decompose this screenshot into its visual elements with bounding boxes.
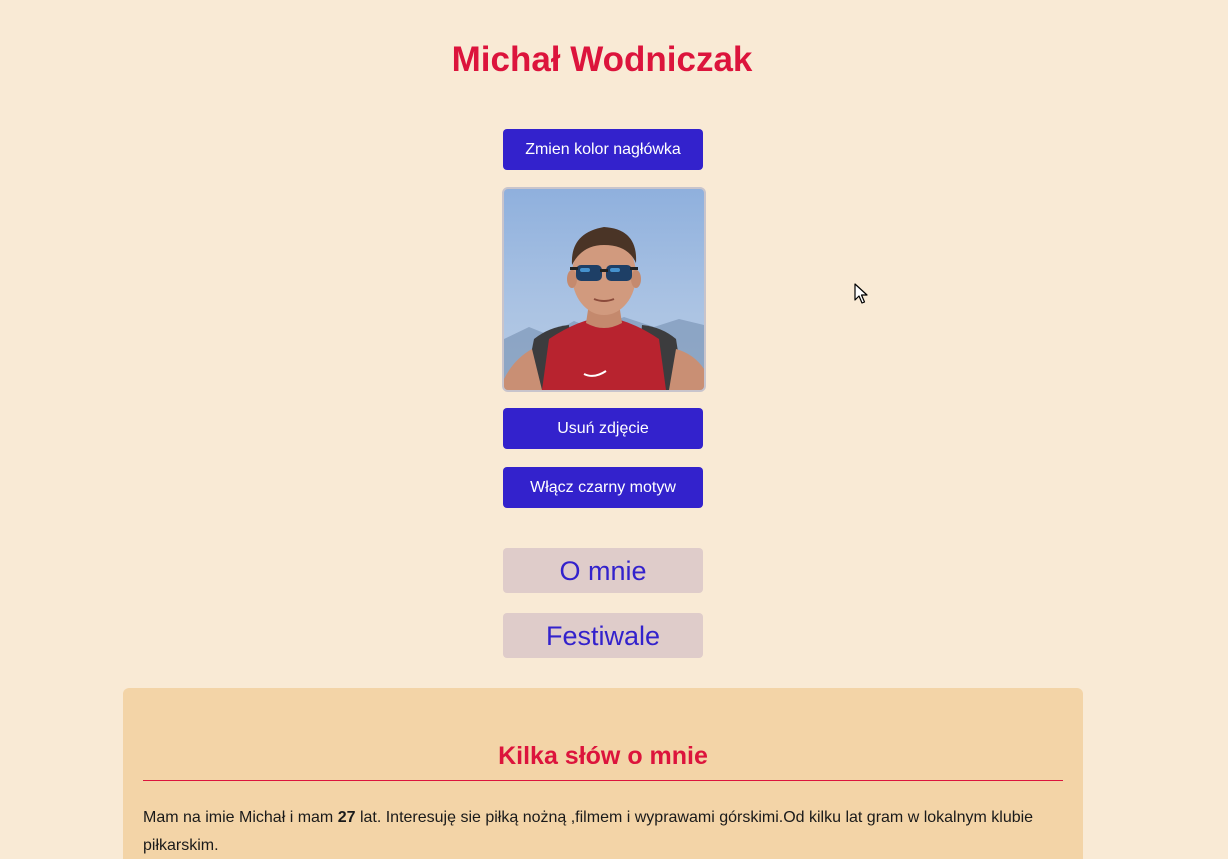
about-paragraph: Mam na imie Michał i mam 27 lat. Interes… [143, 804, 1063, 859]
about-age: 27 [337, 809, 356, 826]
profile-photo [502, 187, 706, 392]
nav-tab-about[interactable]: O mnie [503, 548, 703, 593]
about-text-start: Mam na imie Michał i mam [143, 809, 338, 826]
dark-theme-button[interactable]: Włącz czarny motyw [503, 467, 703, 508]
about-section: Kilka słów o mnie Mam na imie Michał i m… [123, 688, 1083, 859]
page: Michał Wodniczak Zmien kolor nagłówka Us… [0, 0, 1228, 859]
about-divider [143, 780, 1063, 781]
about-heading: Kilka słów o mnie [498, 742, 708, 770]
remove-photo-button[interactable]: Usuń zdjęcie [503, 408, 703, 449]
page-title: Michał Wodniczak [451, 40, 753, 79]
mouse-pointer-icon [854, 283, 868, 304]
nav-tab-festivals[interactable]: Festiwale [503, 613, 703, 658]
change-header-color-button[interactable]: Zmien kolor nagłówka [503, 129, 703, 170]
profile-photo-image [504, 227, 704, 390]
